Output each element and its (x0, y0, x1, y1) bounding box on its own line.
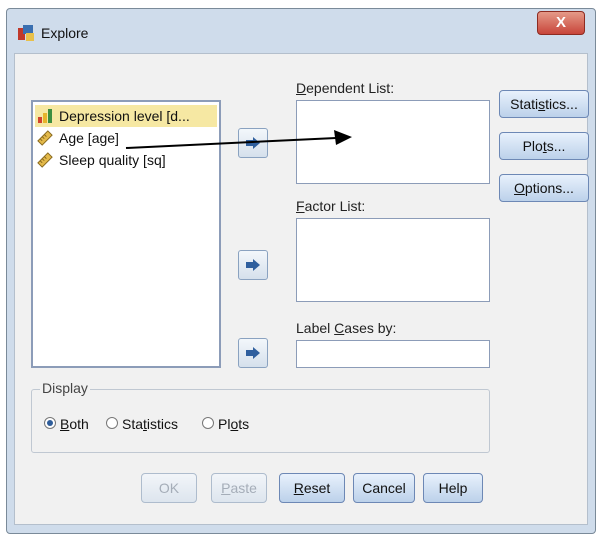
annotation-arrow (125, 130, 352, 149)
